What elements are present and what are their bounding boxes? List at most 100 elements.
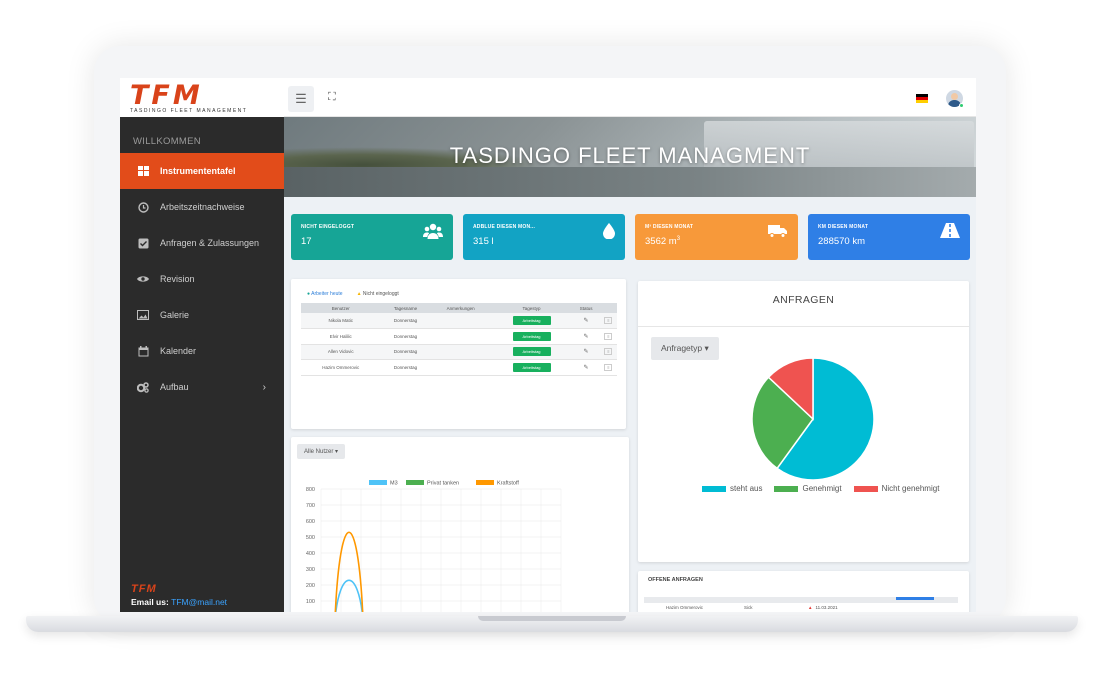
sidebar: TFM TASDINGO FLEET MANAGEMENT WILLKOMMEN… <box>120 78 284 612</box>
legend-label: Privat tanken <box>427 481 459 487</box>
sidebar-item-timesheets[interactable]: Arbeitszeitnachweise <box>120 189 284 225</box>
cell-status: ✎ <box>572 344 600 360</box>
cell-day: Donnerstag <box>380 313 431 329</box>
stat-value-superscript: 3 <box>676 236 681 242</box>
cell-status: ✎ <box>572 313 600 329</box>
table-row: Hazim Ommerovic Sick ▲ 11.03.2021 <box>644 605 958 610</box>
line-chart: 800 700 600 500 400 300 200 100 M3 Privat tanken K… <box>306 480 562 612</box>
app-screen: TFM TASDINGO FLEET MANAGEMENT WILLKOMMEN… <box>120 78 976 612</box>
stat-card-adblue[interactable]: ADBLUE DIESEN MON... 315 l <box>463 214 625 260</box>
logo-subtitle: TASDINGO FLEET MANAGEMENT <box>130 108 248 114</box>
cell-user: Hazim Ommerovic <box>666 605 704 610</box>
stat-label: ADBLUE DIESEN MON... <box>473 224 536 230</box>
image-icon <box>137 309 149 321</box>
pie-legend: steht aus Genehmigt Nicht genehmigt <box>702 484 939 493</box>
email-label: Email us: <box>131 597 169 607</box>
dashboard-icon <box>137 165 149 177</box>
details-button[interactable]: ≡ <box>604 348 613 356</box>
cell-type: Arbeitstag <box>490 344 573 360</box>
topbar: ☰ ⛶ <box>284 78 976 117</box>
sidebar-item-dashboard[interactable]: Instrumententafel <box>120 153 284 189</box>
details-button[interactable]: ≡ <box>604 332 613 340</box>
y-tick-label: 800 <box>306 487 315 493</box>
sidebar-item-label: Aufbau <box>160 382 189 392</box>
welcome-label: WILLKOMMEN <box>133 136 201 147</box>
sidebar-item-revision[interactable]: Revision <box>120 261 284 297</box>
legend-label: Genehmigt <box>802 484 842 493</box>
stat-value: 3562 m3 <box>645 236 788 247</box>
workers-legend: ● Arbeiter heute ▲ Nicht eingeloggt <box>307 291 399 297</box>
email-link[interactable]: TFM@mail.net <box>171 597 227 607</box>
cell-note <box>430 313 491 329</box>
day-type-badge: Arbeitstag <box>512 316 551 325</box>
stat-card-not-logged-in[interactable]: NICHT EINGELOGGT 17 <box>291 214 453 260</box>
cell-type: Sick <box>744 605 753 610</box>
workers-table: Benutzer Tagesname Anmerkungen Tagestyp … <box>301 303 617 376</box>
open-requests-title: OFFENE ANFRAGEN <box>648 577 703 583</box>
sidebar-item-label: Revision <box>160 274 195 284</box>
sidebar-item-gallery[interactable]: Galerie <box>120 297 284 333</box>
edit-icon[interactable]: ✎ <box>584 365 589 371</box>
edit-icon[interactable]: ✎ <box>584 349 589 355</box>
stat-label: KM DIESEN MONAT <box>818 224 869 230</box>
stat-card-cubic-meters[interactable]: M³ DIESEN MONAT 3562 m3 <box>635 214 798 260</box>
cell-status: ✎ <box>572 328 600 345</box>
sidebar-item-label: Galerie <box>160 310 190 320</box>
legend-label: Kraftstoff <box>497 481 519 487</box>
cell-status: ✎ <box>572 359 600 376</box>
sidebar-item-setup[interactable]: Aufbau › <box>120 369 284 405</box>
open-requests-action-bar[interactable] <box>896 597 934 600</box>
stat-value: 17 <box>301 236 312 247</box>
users-icon: ● <box>307 291 311 297</box>
sidebar-item-requests[interactable]: Anfragen & Zulassungen <box>120 225 284 261</box>
truck-icon <box>768 223 788 243</box>
edit-icon[interactable]: ✎ <box>584 334 589 340</box>
legend-swatch <box>476 480 494 485</box>
legend-label: M3 <box>390 481 398 487</box>
cell-type: Arbeitstag <box>490 359 573 376</box>
details-button[interactable]: ≡ <box>604 317 613 324</box>
legend-label: Arbeiter heute <box>311 291 343 297</box>
cell-day: Donnerstag <box>380 344 431 360</box>
clock-icon <box>137 201 149 213</box>
col-header: Benutzer <box>301 303 381 313</box>
legend-workers-today[interactable]: ● Arbeiter heute <box>307 291 343 297</box>
stat-label: NICHT EINGELOGGT <box>301 224 355 230</box>
laptop-notch <box>478 616 626 621</box>
edit-icon[interactable]: ✎ <box>584 318 589 324</box>
y-tick-label: 500 <box>306 535 315 541</box>
col-header: Tagestyp <box>490 303 573 313</box>
stat-value: 315 l <box>473 236 494 247</box>
stat-card-km[interactable]: KM DIESEN MONAT 288570 km <box>808 214 970 260</box>
legend-item-pending[interactable]: steht aus <box>702 484 762 493</box>
users-icon <box>423 223 443 244</box>
details-button[interactable]: ≡ <box>604 363 613 371</box>
pie-chart <box>751 357 875 481</box>
road-icon <box>940 223 960 243</box>
cell-action: ≡ <box>599 313 617 329</box>
sidebar-nav: Instrumententafel Arbeitszeitnachweise A… <box>120 153 284 405</box>
legend-not-logged-in[interactable]: ▲ Nicht eingeloggt <box>357 291 399 297</box>
cell-day: Donnerstag <box>380 359 431 376</box>
series-line <box>334 531 364 612</box>
cell-type: Arbeitstag <box>490 313 573 329</box>
legend-item-approved[interactable]: Genehmigt <box>774 484 842 493</box>
legend-item-rejected[interactable]: Nicht genehmigt <box>853 484 939 493</box>
cell-note <box>430 344 491 360</box>
y-tick-label: 700 <box>306 503 315 509</box>
sidebar-item-label: Arbeitszeitnachweise <box>160 202 245 212</box>
menu-toggle-button[interactable]: ☰ <box>288 86 314 112</box>
sidebar-item-calendar[interactable]: Kalender <box>120 333 284 369</box>
logo[interactable]: TFM TASDINGO FLEET MANAGEMENT <box>120 78 284 117</box>
fullscreen-icon[interactable]: ⛶ <box>328 91 336 104</box>
sidebar-item-label: Anfragen & Zulassungen <box>160 238 260 248</box>
gears-icon <box>137 381 149 393</box>
y-tick-label: 300 <box>306 567 315 573</box>
cell-date: 11.03.2021 <box>815 605 838 610</box>
warning-icon: ▲ <box>808 605 813 610</box>
german-flag-icon[interactable] <box>916 94 928 103</box>
line-chart-panel: Alle Nutzer ▾ 800 700 600 500 400 300 200 100 M3… <box>291 437 629 612</box>
cell-note <box>430 359 491 376</box>
logo-text: TFM <box>130 80 203 111</box>
table-row: Nikola Matic Donnerstag Arbeitstag ✎ ≡ <box>301 313 617 329</box>
